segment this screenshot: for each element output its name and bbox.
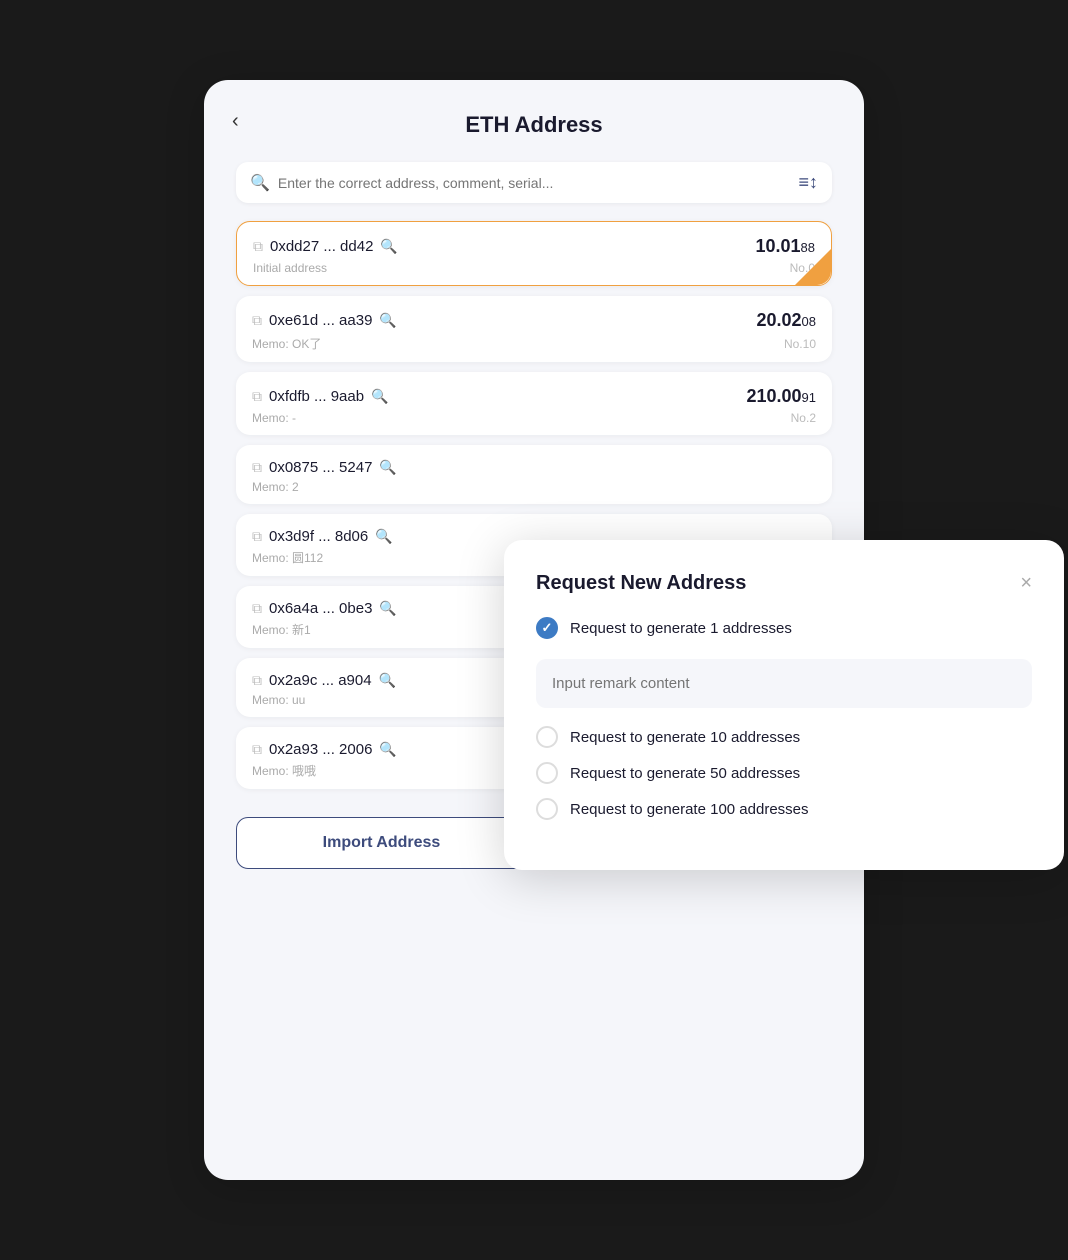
orange-corner-decoration bbox=[795, 249, 831, 285]
copy-icon[interactable]: ⧉ bbox=[252, 741, 262, 758]
memo-text: Initial address bbox=[253, 261, 327, 275]
filter-icon[interactable]: ≡↕ bbox=[798, 172, 818, 193]
radio-label-1: Request to generate 1 addresses bbox=[570, 620, 792, 637]
memo-text: Memo: 2 bbox=[252, 480, 299, 494]
search-icon: 🔍 bbox=[250, 173, 270, 193]
radio-label-3: Request to generate 50 addresses bbox=[570, 765, 800, 782]
radio-label-4: Request to generate 100 addresses bbox=[570, 801, 809, 818]
no-badge: No.10 bbox=[784, 337, 816, 351]
memo-text: Memo: 哦哦 bbox=[252, 762, 316, 779]
remark-input[interactable] bbox=[536, 659, 1032, 708]
radio-unchecked-icon bbox=[536, 726, 558, 748]
copy-icon[interactable]: ⧉ bbox=[252, 312, 262, 329]
modal-close-button[interactable]: × bbox=[1020, 572, 1032, 595]
search-icon-sm[interactable]: 🔍 bbox=[379, 600, 396, 617]
address-text: 0x3d9f ... 8d06 bbox=[269, 528, 368, 545]
radio-unchecked-icon bbox=[536, 762, 558, 784]
address-item: ⧉ 0xe61d ... aa39 🔍 20.02 08 Memo: OK了 N… bbox=[236, 296, 832, 362]
modal-title: Request New Address bbox=[536, 572, 746, 595]
amount-small: 91 bbox=[802, 390, 816, 405]
search-icon-sm[interactable]: 🔍 bbox=[371, 388, 388, 405]
copy-icon[interactable]: ⧉ bbox=[252, 388, 262, 405]
address-text: 0xfdfb ... 9aab bbox=[269, 388, 364, 405]
search-bar: 🔍 ≡↕ bbox=[236, 162, 832, 203]
address-text: 0xe61d ... aa39 bbox=[269, 312, 372, 329]
amount-main: 210.00 bbox=[746, 386, 801, 407]
memo-text: Memo: 新1 bbox=[252, 621, 311, 638]
copy-icon[interactable]: ⧉ bbox=[252, 600, 262, 617]
search-input[interactable] bbox=[278, 175, 791, 191]
address-item: ⧉ 0xdd27 ... dd42 🔍 10.01 88 Initial add… bbox=[236, 221, 832, 286]
search-icon-sm[interactable]: 🔍 bbox=[379, 459, 396, 476]
address-text: 0x6a4a ... 0be3 bbox=[269, 600, 372, 617]
address-text: 0x2a9c ... a904 bbox=[269, 672, 372, 689]
search-icon-sm[interactable]: 🔍 bbox=[380, 238, 397, 255]
amount-main: 10.01 bbox=[755, 236, 800, 257]
request-new-address-modal: Request New Address × ✓ Request to gener… bbox=[504, 540, 1064, 870]
radio-option-2[interactable]: Request to generate 10 addresses bbox=[536, 726, 1032, 748]
copy-icon[interactable]: ⧉ bbox=[252, 459, 262, 476]
memo-text: Memo: - bbox=[252, 411, 296, 425]
copy-icon[interactable]: ⧉ bbox=[252, 672, 262, 689]
memo-text: Memo: uu bbox=[252, 693, 305, 707]
import-address-button[interactable]: Import Address bbox=[236, 817, 527, 869]
address-item: ⧉ 0x0875 ... 5247 🔍 Memo: 2 bbox=[236, 445, 832, 504]
page-title: ETH Address bbox=[236, 112, 832, 138]
radio-unchecked-icon bbox=[536, 798, 558, 820]
copy-icon[interactable]: ⧉ bbox=[253, 238, 263, 255]
copy-icon[interactable]: ⧉ bbox=[252, 528, 262, 545]
address-item: ⧉ 0xfdfb ... 9aab 🔍 210.00 91 Memo: - No… bbox=[236, 372, 832, 435]
amount-small: 08 bbox=[802, 314, 816, 329]
address-text: 0xdd27 ... dd42 bbox=[270, 238, 373, 255]
search-icon-sm[interactable]: 🔍 bbox=[379, 672, 396, 689]
search-icon-sm[interactable]: 🔍 bbox=[379, 312, 396, 329]
radio-option-3[interactable]: Request to generate 50 addresses bbox=[536, 762, 1032, 784]
search-icon-sm[interactable]: 🔍 bbox=[379, 741, 396, 758]
back-button[interactable]: ‹ bbox=[232, 110, 239, 133]
no-badge: No.2 bbox=[791, 411, 816, 425]
radio-option-1[interactable]: ✓ Request to generate 1 addresses bbox=[536, 617, 1032, 639]
radio-checked-icon: ✓ bbox=[536, 617, 558, 639]
address-text: 0x0875 ... 5247 bbox=[269, 459, 372, 476]
amount-main: 20.02 bbox=[756, 310, 801, 331]
address-text: 0x2a93 ... 2006 bbox=[269, 741, 372, 758]
radio-label-2: Request to generate 10 addresses bbox=[570, 729, 800, 746]
search-icon-sm[interactable]: 🔍 bbox=[375, 528, 392, 545]
main-card: ‹ ETH Address 🔍 ≡↕ ⧉ 0xdd27 ... dd42 🔍 1… bbox=[204, 80, 864, 1180]
radio-option-4[interactable]: Request to generate 100 addresses bbox=[536, 798, 1032, 820]
memo-text: Memo: 圆112 bbox=[252, 549, 323, 566]
memo-text: Memo: OK了 bbox=[252, 335, 321, 352]
